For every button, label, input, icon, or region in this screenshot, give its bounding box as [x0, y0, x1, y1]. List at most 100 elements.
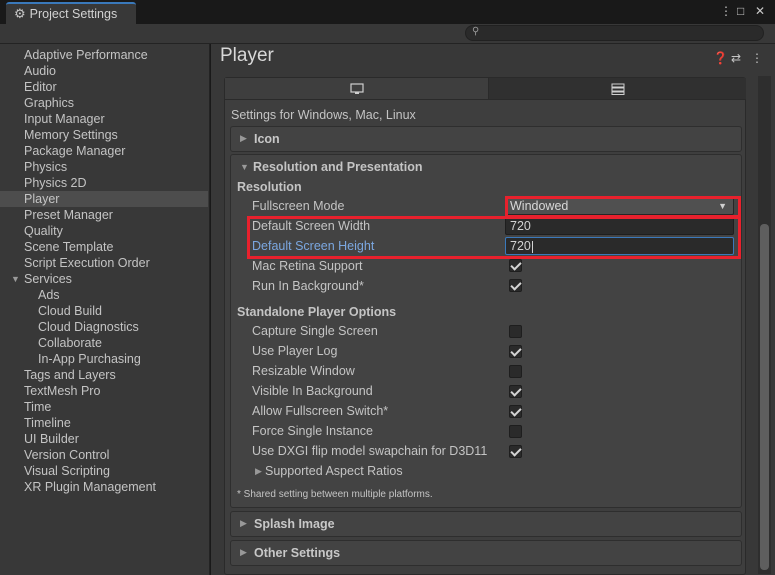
standalone-option-checkbox[interactable] — [509, 325, 522, 338]
sidebar-item[interactable]: Physics — [0, 159, 208, 175]
expanded-arrow-icon[interactable]: ▼ — [240, 162, 249, 172]
expanded-arrow-icon[interactable]: ▼ — [11, 271, 20, 287]
sidebar-item-label: Ads — [38, 288, 60, 302]
sidebar-item[interactable]: Tags and Layers — [0, 367, 208, 383]
shared-setting-footnote: * Shared setting between multiple platfo… — [237, 489, 433, 500]
sidebar-item-label: Player — [24, 192, 60, 206]
collapsed-arrow-icon: ▶ — [240, 133, 247, 143]
sidebar-item[interactable]: Timeline — [0, 415, 208, 431]
sidebar-item[interactable]: Graphics — [0, 95, 208, 111]
help-icon[interactable]: ❓ — [713, 51, 728, 65]
fullscreen-mode-label: Fullscreen Mode — [252, 199, 345, 213]
default-width-field[interactable]: 720 — [505, 217, 734, 235]
window-menu-icon[interactable]: ⋮ — [720, 4, 732, 18]
sidebar: Adaptive Performance Audio Editor Graphics I… — [0, 44, 210, 575]
sidebar-item[interactable]: Cloud Build — [0, 303, 208, 319]
sidebar-item-label: Script Execution Order — [24, 256, 150, 270]
sidebar-item[interactable]: ▼ Services — [0, 271, 208, 287]
sidebar-item-label: Physics 2D — [24, 176, 87, 190]
standalone-option-label: Use DXGI flip model swapchain for D3D11 — [252, 444, 488, 458]
title-bar: ⚙ Project Settings ⋮ □ ✕ — [0, 0, 775, 24]
sidebar-item-label: Timeline — [24, 416, 71, 430]
other-settings-section-header[interactable]: ▶ Other Settings — [230, 540, 742, 566]
sidebar-item[interactable]: Audio — [0, 63, 208, 79]
sidebar-item-label: Preset Manager — [24, 208, 113, 222]
standalone-option-label: Capture Single Screen — [252, 324, 378, 338]
sidebar-item[interactable]: Player — [0, 191, 208, 207]
sidebar-item-label: Scene Template — [24, 240, 114, 254]
sidebar-item-label: Quality — [24, 224, 63, 238]
sidebar-item-label: Services — [24, 272, 72, 286]
default-width-label: Default Screen Width — [252, 219, 371, 233]
scrollbar-thumb[interactable] — [760, 224, 769, 570]
sidebar-item[interactable]: Scene Template — [0, 239, 208, 255]
maximize-icon[interactable]: □ — [737, 4, 744, 18]
sidebar-item-label: Memory Settings — [24, 128, 118, 142]
splash-section-header[interactable]: ▶ Splash Image — [230, 511, 742, 537]
standalone-option-checkbox[interactable] — [509, 445, 522, 458]
sidebar-item-label: Package Manager — [24, 144, 126, 158]
sidebar-item[interactable]: Preset Manager — [0, 207, 208, 223]
sidebar-item[interactable]: Adaptive Performance — [0, 47, 208, 63]
tab-desktop-platform[interactable] — [225, 78, 489, 100]
sidebar-item[interactable]: Physics 2D — [0, 175, 208, 191]
standalone-option-checkbox[interactable] — [509, 385, 522, 398]
main-panel: Player ❓ ⇄ ⋮ Settings for Windows, Mac, … — [211, 44, 775, 575]
standalone-option-checkbox[interactable] — [509, 405, 522, 418]
sidebar-item[interactable]: Visual Scripting — [0, 463, 208, 479]
sidebar-item[interactable]: Quality — [0, 223, 208, 239]
sidebar-item-label: Time — [24, 400, 52, 414]
sidebar-item-label: UI Builder — [24, 432, 79, 446]
more-icon[interactable]: ⋮ — [751, 51, 763, 65]
window-tab[interactable]: ⚙ Project Settings — [6, 2, 136, 24]
default-height-field[interactable]: 720 — [505, 237, 734, 255]
sidebar-item[interactable]: Time — [0, 399, 208, 415]
page-title: Player — [220, 45, 274, 66]
sidebar-item-label: XR Plugin Management — [24, 480, 157, 494]
chevron-down-icon: ▼ — [718, 201, 727, 211]
search-input[interactable]: ⚲ — [465, 25, 764, 41]
sidebar-item-label: Adaptive Performance — [24, 48, 148, 62]
sidebar-item[interactable]: Ads — [0, 287, 208, 303]
sidebar-item[interactable]: TextMesh Pro — [0, 383, 208, 399]
preset-icon[interactable]: ⇄ — [731, 51, 741, 65]
sidebar-item[interactable]: Memory Settings — [0, 127, 208, 143]
sidebar-item[interactable]: Editor — [0, 79, 208, 95]
sidebar-item[interactable]: XR Plugin Management — [0, 479, 208, 495]
standalone-option-checkbox[interactable] — [509, 365, 522, 378]
standalone-option-checkbox[interactable] — [509, 425, 522, 438]
standalone-option-checkbox[interactable] — [509, 345, 522, 358]
window-tab-title: Project Settings — [29, 7, 118, 21]
sidebar-item[interactable]: Package Manager — [0, 143, 208, 159]
sidebar-item-label: Graphics — [24, 96, 75, 110]
aspect-ratios-foldout[interactable]: Supported Aspect Ratios — [265, 464, 403, 478]
sidebar-item-label: Physics — [24, 160, 68, 174]
sidebar-item-label: Editor — [24, 80, 57, 94]
tab-dedicated-server-platform[interactable] — [489, 78, 746, 100]
sidebar-item-label: Version Control — [24, 448, 110, 462]
sidebar-item-label: TextMesh Pro — [24, 384, 101, 398]
collapsed-arrow-icon: ▶ — [240, 518, 247, 528]
standalone-option-label: Allow Fullscreen Switch* — [252, 404, 389, 418]
collapsed-arrow-icon[interactable]: ▶ — [255, 466, 262, 477]
sidebar-item[interactable]: Collaborate — [0, 335, 208, 351]
sidebar-item[interactable]: Cloud Diagnostics — [0, 319, 208, 335]
fullscreen-mode-dropdown[interactable]: Windowed ▼ — [505, 197, 734, 215]
icon-section-header[interactable]: ▶ Icon — [230, 126, 742, 152]
sidebar-item[interactable]: UI Builder — [0, 431, 208, 447]
default-width-value: 720 — [510, 219, 531, 233]
sidebar-item[interactable]: Input Manager — [0, 111, 208, 127]
sidebar-item-label: Collaborate — [38, 336, 102, 350]
sidebar-item[interactable]: Script Execution Order — [0, 255, 208, 271]
default-height-value: 720 — [510, 239, 531, 253]
sidebar-item[interactable]: In-App Purchasing — [0, 351, 208, 367]
run-in-background-checkbox[interactable] — [509, 279, 522, 292]
run-in-background-label: Run In Background* — [252, 279, 364, 293]
sidebar-item[interactable]: Version Control — [0, 447, 208, 463]
splash-section-title: Splash Image — [254, 517, 335, 531]
close-icon[interactable]: ✕ — [755, 4, 765, 18]
dedicated-server-icon — [611, 83, 624, 95]
resolution-section-title[interactable]: Resolution and Presentation — [253, 160, 422, 174]
sidebar-item-label: Cloud Diagnostics — [38, 320, 139, 334]
mac-retina-checkbox[interactable] — [509, 259, 522, 272]
